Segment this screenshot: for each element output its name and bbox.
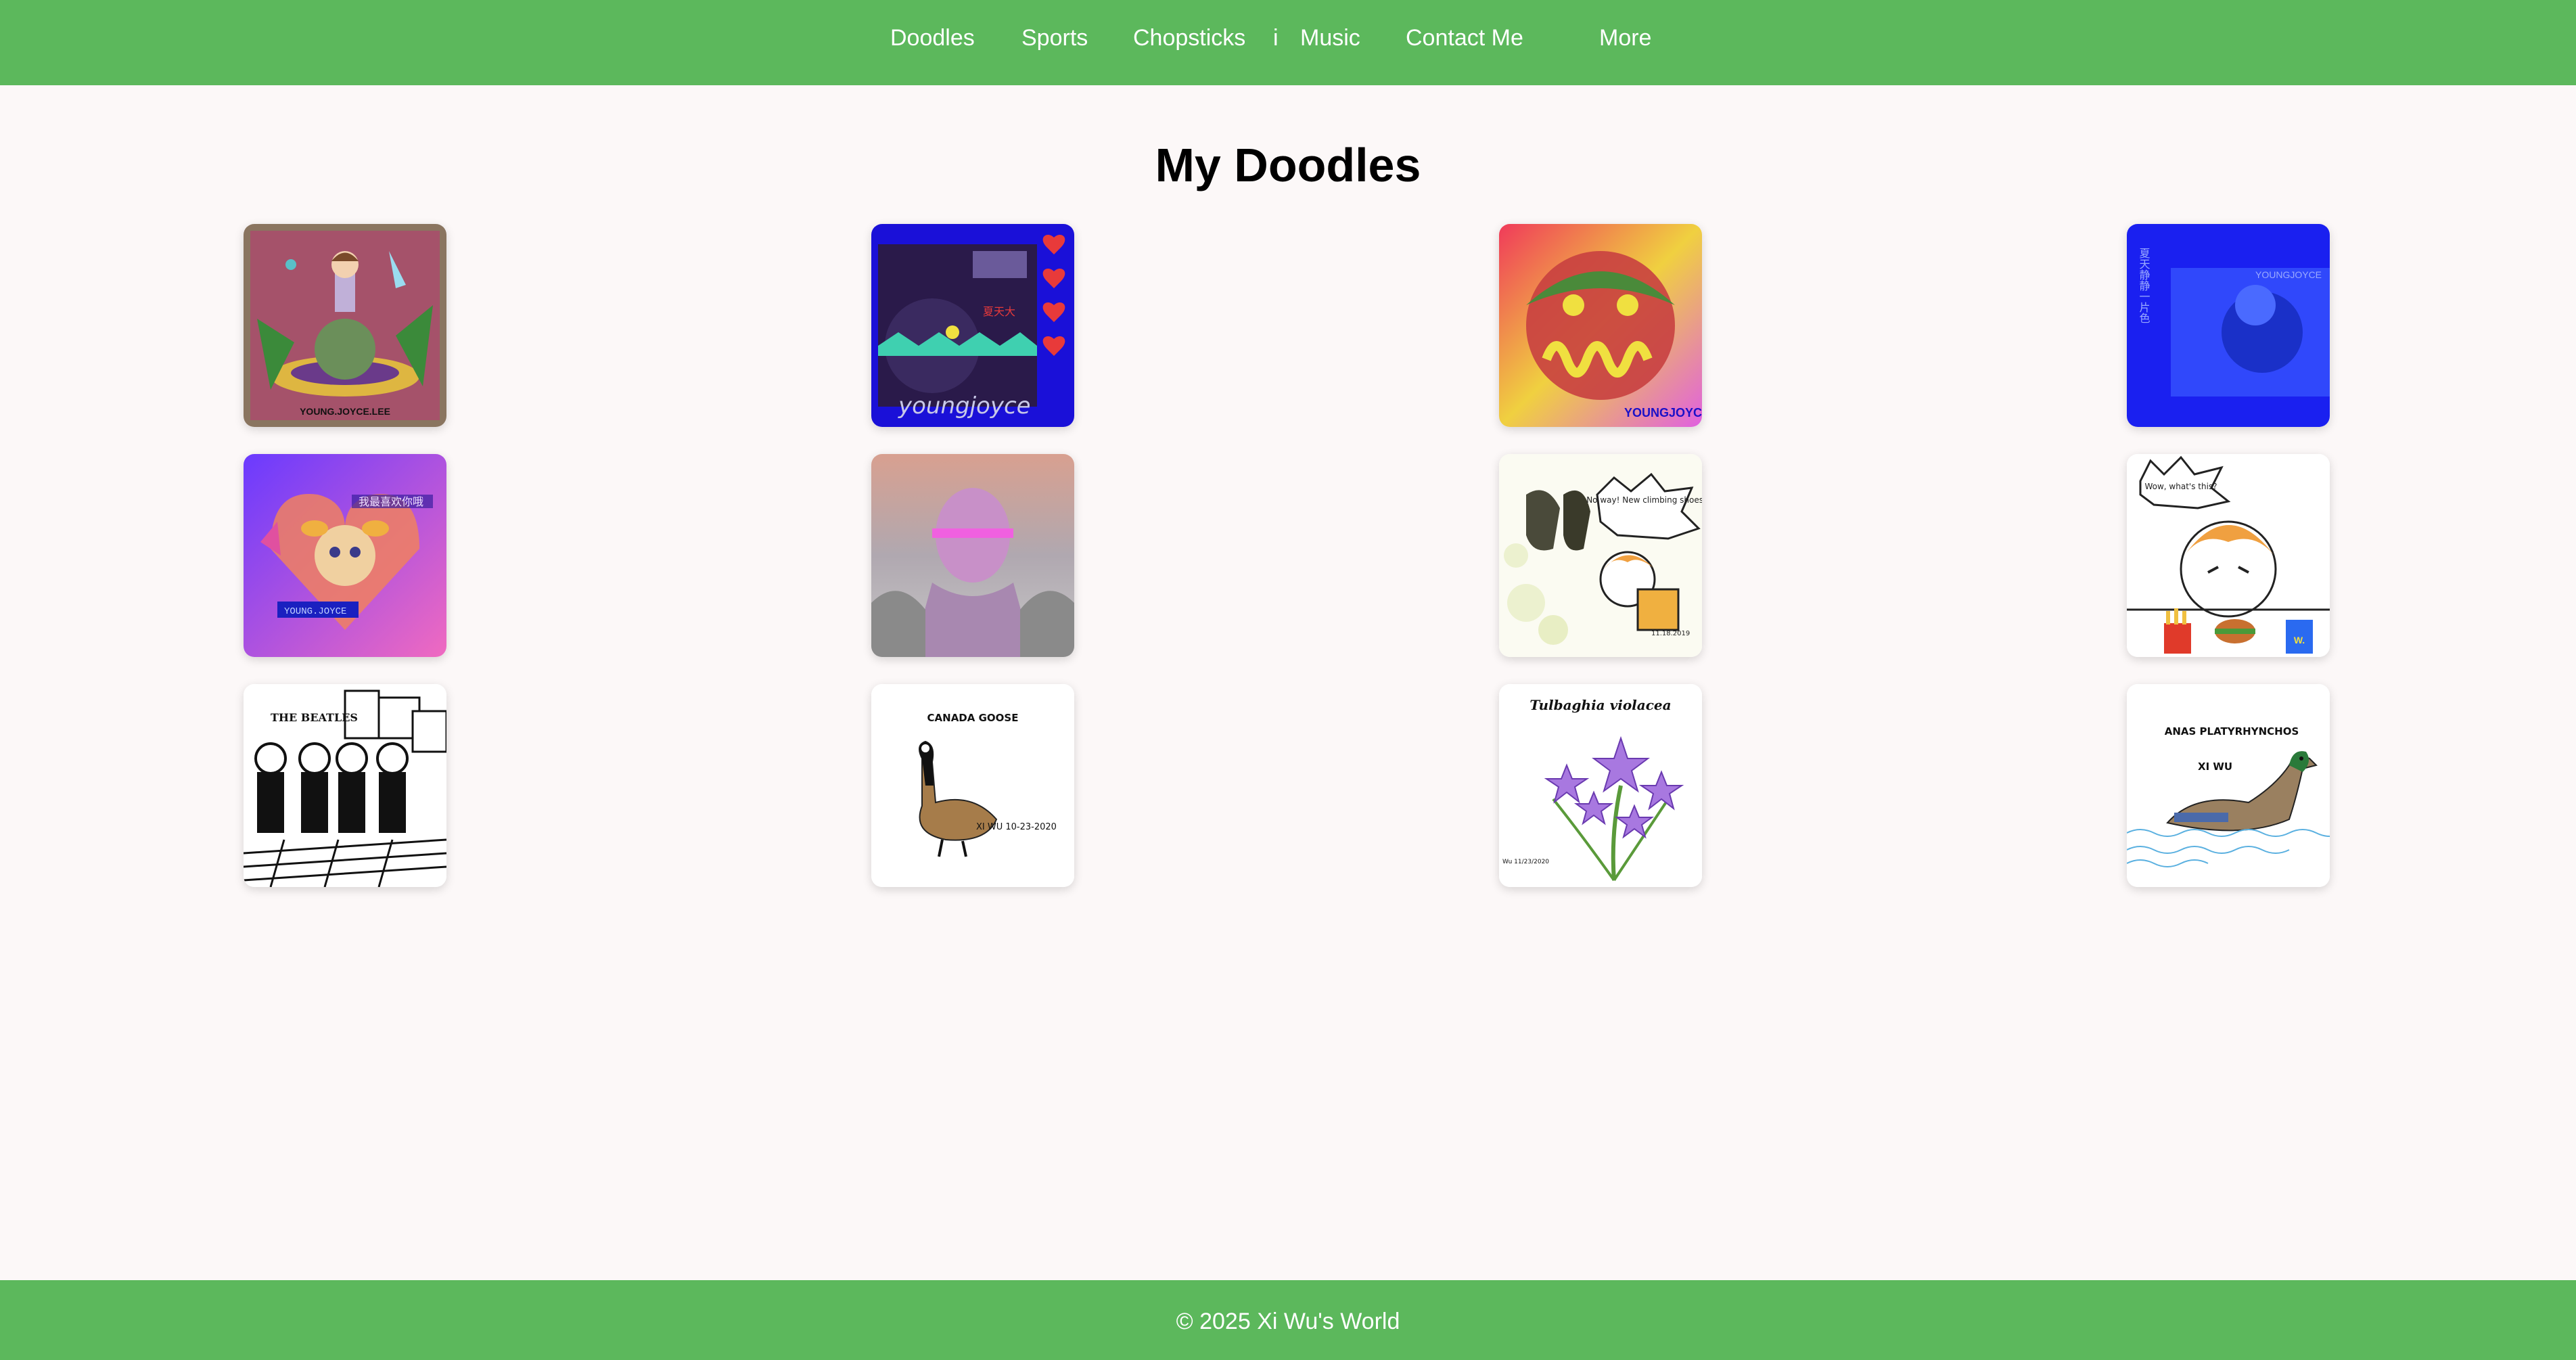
doodle-image: Tulbaghia violacea Wu 11/23/2020 — [1499, 684, 1702, 887]
doodle-thumbnail[interactable]: ANAS PLATYRHYNCHOS XI WU — [2127, 684, 2330, 887]
doodle-image — [871, 454, 1074, 657]
doodle-caption: YOUNG.JOYCE.LEE — [300, 406, 390, 417]
footer-copyright: © 2025 Xi Wu's World — [1176, 1309, 1400, 1334]
doodle-image: YOUNG.JOYCE.LEE — [244, 224, 446, 427]
doodle-image: YOUNGJOYCE 夏天静静一片色 — [2127, 224, 2330, 427]
page-title: My Doodles — [1155, 139, 1421, 191]
doodle-thumbnail[interactable]: No way! New climbing shoes! 11.18.2019 — [1499, 454, 1702, 657]
doodle-thumbnail[interactable]: 夏天大 youngjoyce — [871, 224, 1074, 427]
doodle-thumbnail[interactable]: 我最喜欢你哦 YOUNG.JOYCE — [244, 454, 446, 657]
doodle-caption: YOUNG.JOYCE — [284, 606, 346, 617]
doodle-image: CANADA GOOSE XI WU 10-23-2020 — [871, 684, 1074, 887]
doodle-speech: No way! New climbing shoes! — [1586, 495, 1702, 505]
doodle-caption: youngjoyce — [898, 392, 1031, 420]
doodle-side-text: 我最喜欢你哦 — [359, 495, 423, 508]
doodle-thumbnail[interactable]: YOUNGJOYCE — [1499, 224, 1702, 427]
nav-more-dropdown[interactable]: More — [1599, 23, 1651, 53]
footer: © 2025 Xi Wu's World — [0, 1280, 2576, 1360]
doodle-side-text: 夏天静静一片色 — [2138, 248, 2150, 323]
doodle-thumbnail[interactable]: YOUNGJOYCE 夏天静静一片色 — [2127, 224, 2330, 427]
doodle-image: 夏天大 youngjoyce — [871, 224, 1074, 427]
nav-contact-link[interactable]: Contact Me — [1406, 23, 1523, 53]
doodle-date: 11.18.2019 — [1651, 630, 1690, 637]
doodle-thumbnail[interactable]: YOUNG.JOYCE.LEE — [244, 224, 446, 427]
doodle-badge: W. — [2294, 635, 2305, 645]
doodle-side-text: 夏天大 — [983, 305, 1015, 318]
doodle-title: ANAS PLATYRHYNCHOS — [2165, 725, 2299, 738]
doodle-image: 我最喜欢你哦 YOUNG.JOYCE — [244, 454, 446, 657]
doodle-image: ANAS PLATYRHYNCHOS XI WU — [2127, 684, 2330, 887]
doodle-image: No way! New climbing shoes! 11.18.2019 — [1499, 454, 1702, 657]
nav-sports-link[interactable]: Sports — [1021, 23, 1088, 53]
doodle-caption: THE BEATLES — [271, 711, 358, 724]
doodle-speech: Wow, what's this? — [2144, 482, 2217, 491]
nav-chopsticks-link[interactable]: Chopsticks — [1133, 23, 1245, 53]
doodle-thumbnail[interactable]: THE BEATLES — [244, 684, 446, 887]
doodle-thumbnail[interactable]: CANADA GOOSE XI WU 10-23-2020 — [871, 684, 1074, 887]
doodle-caption: YOUNGJOYCE — [2255, 269, 2322, 280]
doodle-thumbnail[interactable]: Wow, what's this? W. — [2127, 454, 2330, 657]
doodle-signature: XI WU — [2198, 761, 2232, 773]
doodle-signature: XI WU 10-23-2020 — [976, 822, 1057, 832]
doodle-image: YOUNGJOYCE — [1499, 224, 1702, 427]
nav-music-link[interactable]: Music — [1300, 23, 1360, 53]
top-nav: Doodles Sports Chopsticks i Music Contac… — [0, 0, 2576, 85]
doodle-caption: YOUNGJOYCE — [1624, 406, 1702, 420]
doodle-signature: Wu 11/23/2020 — [1502, 859, 1549, 865]
doodle-title: CANADA GOOSE — [927, 712, 1019, 724]
doodle-thumbnail[interactable] — [871, 454, 1074, 657]
nav-doodles-link[interactable]: Doodles — [890, 23, 975, 53]
doodle-image: Wow, what's this? W. — [2127, 454, 2330, 657]
nav-separator: i — [1273, 25, 1279, 51]
doodle-image: THE BEATLES — [244, 684, 446, 887]
doodle-title: Tulbaghia violacea — [1530, 697, 1671, 713]
doodle-thumbnail[interactable]: Tulbaghia violacea Wu 11/23/2020 — [1499, 684, 1702, 887]
